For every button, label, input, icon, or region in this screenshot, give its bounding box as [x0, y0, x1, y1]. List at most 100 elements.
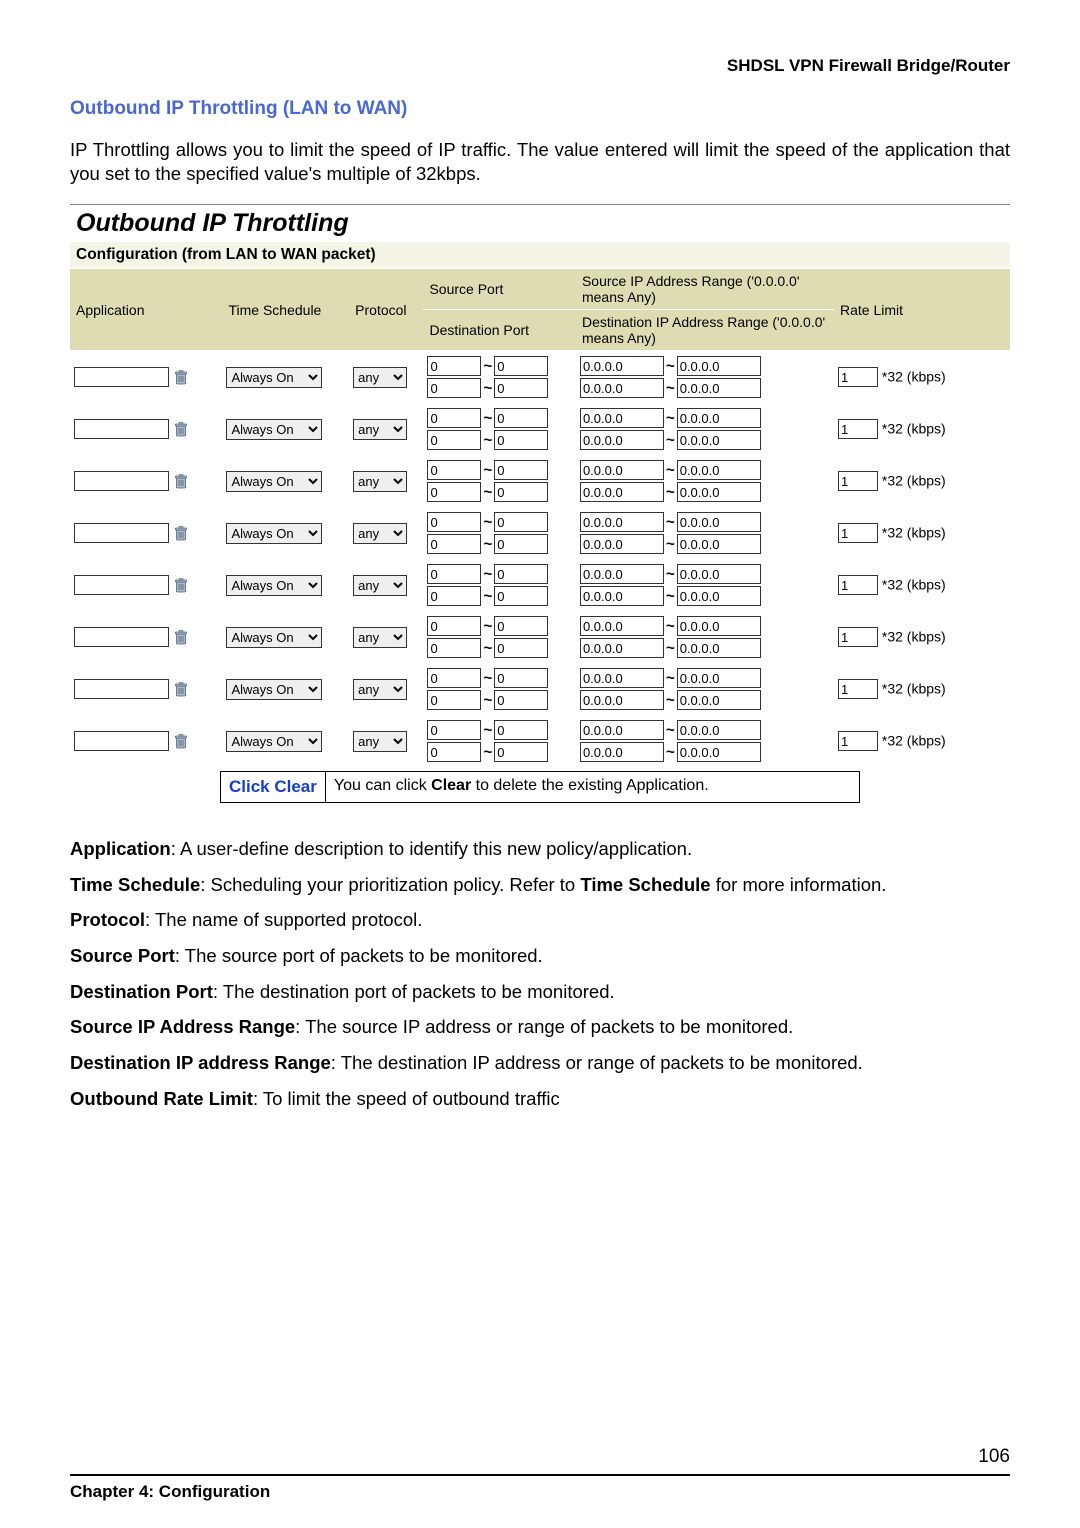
dest-port-to[interactable] [494, 586, 548, 606]
dest-ip-to[interactable] [677, 378, 761, 398]
source-ip-from[interactable] [580, 408, 664, 428]
application-input[interactable] [74, 575, 169, 595]
dest-ip-from[interactable] [580, 638, 664, 658]
dest-port-from[interactable] [427, 586, 481, 606]
application-input[interactable] [74, 679, 169, 699]
application-input[interactable] [74, 419, 169, 439]
time-schedule-select[interactable]: Always On [226, 367, 322, 388]
source-port-to[interactable] [494, 460, 548, 480]
application-input[interactable] [74, 627, 169, 647]
rate-limit-input[interactable] [838, 419, 878, 439]
dest-ip-to[interactable] [677, 430, 761, 450]
source-ip-from[interactable] [580, 460, 664, 480]
source-ip-to[interactable] [677, 616, 761, 636]
source-ip-from[interactable] [580, 720, 664, 740]
protocol-select[interactable]: any [353, 679, 407, 700]
source-ip-from[interactable] [580, 668, 664, 688]
protocol-select[interactable]: any [353, 575, 407, 596]
dest-ip-from[interactable] [580, 482, 664, 502]
protocol-select[interactable]: any [353, 471, 407, 492]
source-port-to[interactable] [494, 668, 548, 688]
time-schedule-select[interactable]: Always On [226, 523, 322, 544]
rate-limit-input[interactable] [838, 367, 878, 387]
source-ip-to[interactable] [677, 512, 761, 532]
trash-icon[interactable] [173, 474, 189, 490]
dest-port-from[interactable] [427, 742, 481, 762]
protocol-select[interactable]: any [353, 419, 407, 440]
source-ip-to[interactable] [677, 460, 761, 480]
trash-icon[interactable] [173, 370, 189, 386]
dest-ip-from[interactable] [580, 378, 664, 398]
source-ip-from[interactable] [580, 356, 664, 376]
source-port-to[interactable] [494, 616, 548, 636]
source-port-to[interactable] [494, 356, 548, 376]
dest-port-to[interactable] [494, 690, 548, 710]
dest-port-to[interactable] [494, 430, 548, 450]
dest-port-from[interactable] [427, 482, 481, 502]
dest-ip-to[interactable] [677, 586, 761, 606]
source-port-to[interactable] [494, 512, 548, 532]
dest-port-from[interactable] [427, 430, 481, 450]
time-schedule-select[interactable]: Always On [226, 731, 322, 752]
time-schedule-select[interactable]: Always On [226, 471, 322, 492]
dest-port-to[interactable] [494, 378, 548, 398]
source-port-from[interactable] [427, 408, 481, 428]
source-port-to[interactable] [494, 564, 548, 584]
protocol-select[interactable]: any [353, 523, 407, 544]
source-port-to[interactable] [494, 408, 548, 428]
source-ip-to[interactable] [677, 408, 761, 428]
dest-port-to[interactable] [494, 638, 548, 658]
time-schedule-select[interactable]: Always On [226, 419, 322, 440]
time-schedule-select[interactable]: Always On [226, 627, 322, 648]
dest-port-to[interactable] [494, 534, 548, 554]
dest-port-from[interactable] [427, 534, 481, 554]
source-port-from[interactable] [427, 564, 481, 584]
dest-ip-to[interactable] [677, 638, 761, 658]
source-port-to[interactable] [494, 720, 548, 740]
dest-ip-from[interactable] [580, 690, 664, 710]
trash-icon[interactable] [173, 422, 189, 438]
dest-ip-from[interactable] [580, 742, 664, 762]
application-input[interactable] [74, 731, 169, 751]
dest-ip-from[interactable] [580, 586, 664, 606]
rate-limit-input[interactable] [838, 627, 878, 647]
source-port-from[interactable] [427, 460, 481, 480]
application-input[interactable] [74, 367, 169, 387]
protocol-select[interactable]: any [353, 731, 407, 752]
source-ip-to[interactable] [677, 356, 761, 376]
trash-icon[interactable] [173, 526, 189, 542]
dest-ip-to[interactable] [677, 742, 761, 762]
dest-ip-to[interactable] [677, 534, 761, 554]
trash-icon[interactable] [173, 734, 189, 750]
dest-ip-to[interactable] [677, 690, 761, 710]
dest-port-from[interactable] [427, 690, 481, 710]
source-port-from[interactable] [427, 616, 481, 636]
trash-icon[interactable] [173, 682, 189, 698]
source-ip-from[interactable] [580, 616, 664, 636]
source-ip-from[interactable] [580, 564, 664, 584]
application-input[interactable] [74, 471, 169, 491]
application-input[interactable] [74, 523, 169, 543]
source-port-from[interactable] [427, 512, 481, 532]
rate-limit-input[interactable] [838, 523, 878, 543]
trash-icon[interactable] [173, 578, 189, 594]
source-ip-from[interactable] [580, 512, 664, 532]
dest-port-to[interactable] [494, 482, 548, 502]
dest-ip-from[interactable] [580, 534, 664, 554]
source-port-from[interactable] [427, 720, 481, 740]
time-schedule-select[interactable]: Always On [226, 575, 322, 596]
source-port-from[interactable] [427, 356, 481, 376]
dest-port-from[interactable] [427, 378, 481, 398]
protocol-select[interactable]: any [353, 367, 407, 388]
rate-limit-input[interactable] [838, 575, 878, 595]
rate-limit-input[interactable] [838, 471, 878, 491]
source-port-from[interactable] [427, 668, 481, 688]
trash-icon[interactable] [173, 630, 189, 646]
protocol-select[interactable]: any [353, 627, 407, 648]
dest-port-from[interactable] [427, 638, 481, 658]
time-schedule-select[interactable]: Always On [226, 679, 322, 700]
dest-port-to[interactable] [494, 742, 548, 762]
source-ip-to[interactable] [677, 564, 761, 584]
rate-limit-input[interactable] [838, 679, 878, 699]
dest-ip-from[interactable] [580, 430, 664, 450]
